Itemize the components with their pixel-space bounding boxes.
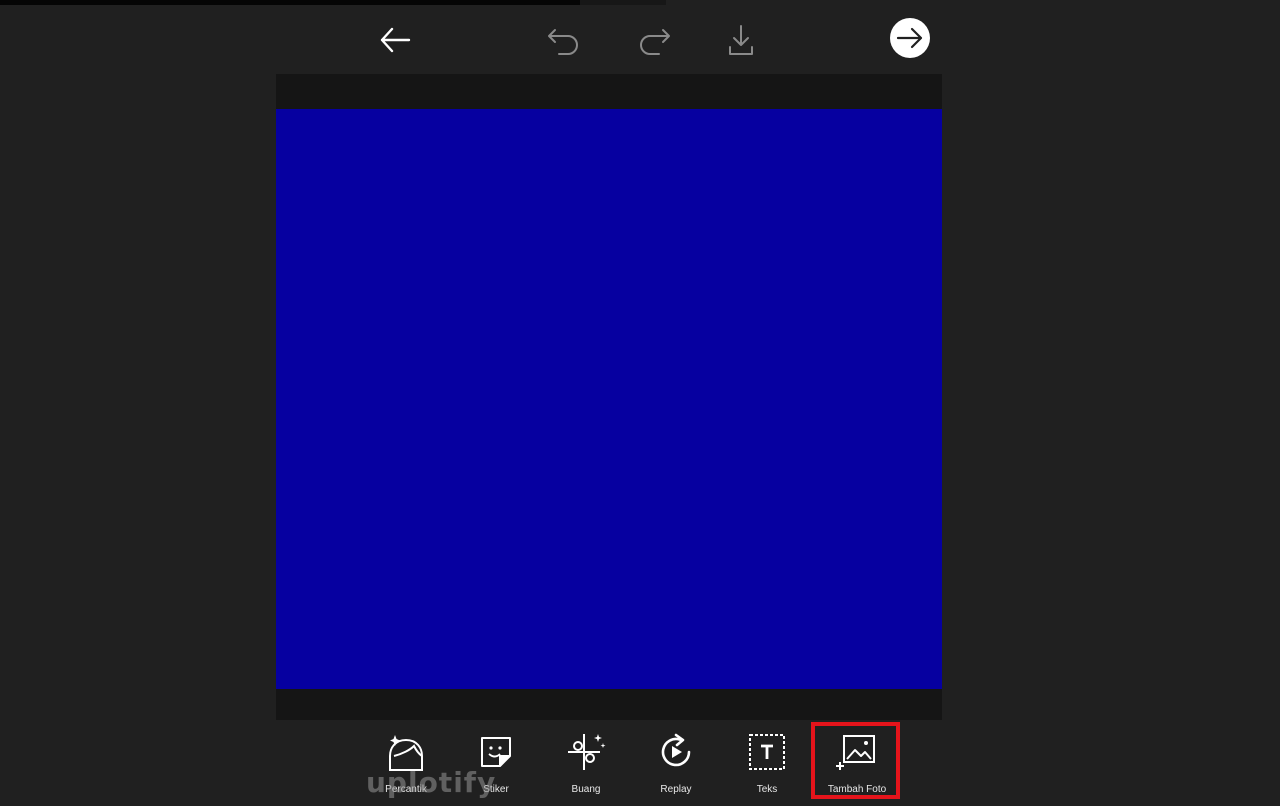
top-edge-bar-2	[580, 0, 666, 5]
text-icon	[745, 730, 789, 774]
watermark: uplotify	[366, 766, 497, 799]
arrow-left-icon	[380, 27, 411, 53]
tool-teks[interactable]: Teks	[727, 722, 807, 802]
undo-icon	[548, 29, 578, 55]
scissors-icon	[564, 730, 608, 774]
redo-button[interactable]	[633, 22, 675, 62]
download-button[interactable]	[721, 20, 761, 60]
tool-label: Replay	[660, 784, 692, 795]
back-button[interactable]	[375, 20, 415, 60]
tambah-foto-highlight	[811, 722, 900, 799]
replay-icon	[654, 730, 698, 774]
editing-canvas[interactable]	[276, 109, 942, 689]
next-button[interactable]	[890, 18, 930, 58]
tool-label: Buang	[571, 784, 601, 795]
redo-icon	[640, 29, 670, 55]
tool-buang[interactable]: Buang	[546, 722, 626, 802]
undo-button[interactable]	[543, 22, 585, 62]
top-edge-bar	[0, 0, 580, 5]
download-icon	[729, 25, 753, 55]
tool-replay[interactable]: Replay	[636, 722, 716, 802]
tool-pattern[interactable]	[908, 722, 942, 802]
pattern-icon	[926, 730, 942, 774]
tool-label: Teks	[756, 784, 778, 795]
arrow-right-icon	[896, 27, 923, 49]
